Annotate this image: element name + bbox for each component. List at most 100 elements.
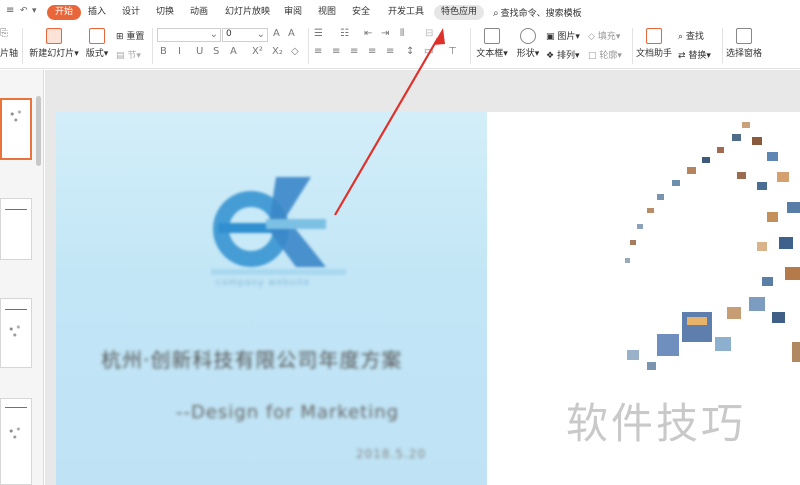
replace-button[interactable]: ⇄ 替换▾	[678, 48, 711, 61]
font-size-value: 0	[226, 29, 232, 39]
align-left-icon[interactable]: ≡	[314, 46, 322, 57]
new-slide-label: 新建幻灯片	[29, 49, 75, 59]
tab-transition[interactable]: 切换	[152, 5, 178, 20]
find-button[interactable]: ⌕ 查找	[678, 29, 704, 42]
chevron-down-icon: ⌄	[209, 29, 218, 40]
shape-icon	[520, 28, 536, 44]
tab-featured-apps[interactable]: 特色应用	[434, 5, 485, 20]
pane-scrollbar[interactable]	[36, 96, 41, 166]
clipboard-label[interactable]: 片轴	[0, 46, 18, 59]
undo-icon[interactable]: ↶	[20, 6, 28, 16]
menu-icon[interactable]: ≡	[6, 5, 14, 16]
align-center-icon[interactable]: ≡	[332, 46, 340, 57]
slide-editing-area: 杭州·创新科技有限公司年度方案 --Design for Marketing 2…	[45, 70, 800, 485]
section-button[interactable]: ▤ 节▾	[116, 48, 141, 61]
superscript-icon[interactable]: X²	[252, 46, 263, 57]
justify-icon[interactable]: ≡	[368, 46, 376, 57]
select-pane-label: 选择窗格	[726, 49, 763, 59]
grow-font-icon[interactable]: A	[273, 28, 280, 39]
layout-icon	[89, 28, 105, 44]
line-spacing-icon[interactable]: ↕	[406, 46, 414, 57]
arrange-button[interactable]: ❖ 排列▾	[546, 48, 579, 61]
tab-home[interactable]: 开始	[47, 5, 82, 20]
bold-icon[interactable]: B	[160, 46, 167, 57]
bullet-list-icon[interactable]: ☰	[314, 28, 323, 39]
tab-animation[interactable]: 动画	[186, 5, 212, 20]
arrange-label: 排列	[556, 51, 575, 61]
layout-button[interactable]: 版式▾	[84, 28, 110, 59]
font-color-icon[interactable]: A	[230, 46, 237, 57]
quick-access-dropdown-icon[interactable]: ▾	[32, 6, 37, 16]
select-pane-button[interactable]: 选择窗格	[726, 28, 762, 59]
thumb-graphic	[5, 106, 29, 126]
font-name-field[interactable]: ⌄	[157, 28, 221, 42]
underline-icon[interactable]: U	[196, 46, 203, 57]
tab-design[interactable]: 设计	[118, 5, 144, 20]
search-command[interactable]: ⌕ 查找命令、搜索模板	[493, 6, 582, 19]
slide-subtitle: --Design for Marketing	[176, 402, 400, 423]
tab-developer-tools[interactable]: 开发工具	[384, 5, 428, 20]
italic-icon[interactable]: I	[178, 46, 181, 57]
strikethrough-icon[interactable]: S	[213, 46, 219, 57]
shrink-font-icon[interactable]: A	[288, 28, 295, 39]
tab-slideshow[interactable]: 幻灯片放映	[221, 5, 274, 20]
indent-increase-icon[interactable]: ⇥	[381, 28, 389, 39]
vertical-align-icon[interactable]: ⊤	[448, 46, 457, 57]
doc-assistant-button[interactable]: 文档助手	[636, 28, 672, 59]
align-right-icon[interactable]: ≡	[350, 46, 358, 57]
textbox-button[interactable]: 文本框▾	[475, 28, 509, 59]
slide-thumbnail-2[interactable]	[0, 198, 32, 260]
tab-security[interactable]: 安全	[348, 5, 374, 20]
divider	[722, 28, 723, 64]
picture-label: 图片	[557, 32, 576, 42]
divider	[22, 28, 23, 64]
slide-canvas[interactable]: 杭州·创新科技有限公司年度方案 --Design for Marketing 2…	[56, 112, 800, 485]
thumb-graphic	[4, 321, 28, 341]
tab-view[interactable]: 视图	[314, 5, 340, 20]
reset-label: 重置	[126, 32, 145, 42]
slide-date: 2018.5.20	[356, 447, 427, 461]
thumb-graphic	[4, 423, 28, 443]
format-painter-icon[interactable]: ⎘	[0, 28, 8, 39]
company-logo	[211, 177, 346, 275]
tab-review[interactable]: 审阅	[280, 5, 306, 20]
slide-thumbnail-1[interactable]	[0, 98, 32, 160]
ribbon-toolbar: 片轴 ⎘ 新建幻灯片▾ 版式▾ ⊞ 重置 ▤ 节▾ ⌄ 0 ⌄ A A B I U…	[0, 24, 800, 69]
numbered-list-icon[interactable]: ☷	[340, 28, 349, 39]
fill-button[interactable]: ◇ 填充▾	[588, 29, 620, 42]
search-icon: ⌕	[493, 8, 499, 19]
doc-assistant-icon	[646, 28, 662, 44]
ribbon-tab-bar: ≡ ↶ ▾ 开始 插入 设计 切换 动画 幻灯片放映 审阅 视图 安全 开发工具…	[0, 0, 800, 24]
divider	[632, 28, 633, 64]
thumb-title-line	[5, 309, 27, 310]
thumb-title-line	[5, 209, 27, 210]
logo-caption: company website	[216, 278, 311, 288]
slide-left-panel: 杭州·创新科技有限公司年度方案 --Design for Marketing 2…	[56, 112, 487, 485]
reset-button[interactable]: ⊞ 重置	[116, 29, 144, 42]
select-pane-icon	[736, 28, 752, 44]
layout-label: 版式	[85, 49, 104, 59]
picture-button[interactable]: ▣ 图片▾	[546, 29, 580, 42]
columns-icon[interactable]: ⫴	[400, 28, 404, 39]
doc-assistant-label: 文档助手	[636, 49, 673, 59]
find-label: 查找	[685, 32, 704, 42]
slide-thumbnail-3[interactable]	[0, 298, 32, 368]
new-slide-button[interactable]: 新建幻灯片▾	[28, 28, 80, 59]
indent-decrease-icon[interactable]: ⇤	[364, 28, 372, 39]
shape-button[interactable]: 形状▾	[513, 28, 543, 59]
clear-format-icon[interactable]: ◇	[291, 46, 299, 57]
textbox-icon	[484, 28, 500, 44]
tab-insert[interactable]: 插入	[84, 5, 110, 20]
slide-thumbnail-4[interactable]	[0, 398, 32, 485]
divider	[470, 28, 471, 64]
font-size-field[interactable]: 0 ⌄	[222, 28, 268, 42]
shape-label: 形状	[516, 49, 535, 59]
new-slide-icon	[46, 28, 62, 44]
outline-button[interactable]: □ 轮廓▾	[588, 48, 622, 61]
chevron-down-icon: ⌄	[256, 29, 265, 40]
paragraph-icon[interactable]: ▭	[424, 46, 433, 57]
text-direction-icon[interactable]: ⊟	[425, 28, 433, 39]
thumb-title-line	[5, 407, 27, 408]
subscript-icon[interactable]: X₂	[272, 46, 283, 57]
distribute-icon[interactable]: ≡	[386, 46, 394, 57]
